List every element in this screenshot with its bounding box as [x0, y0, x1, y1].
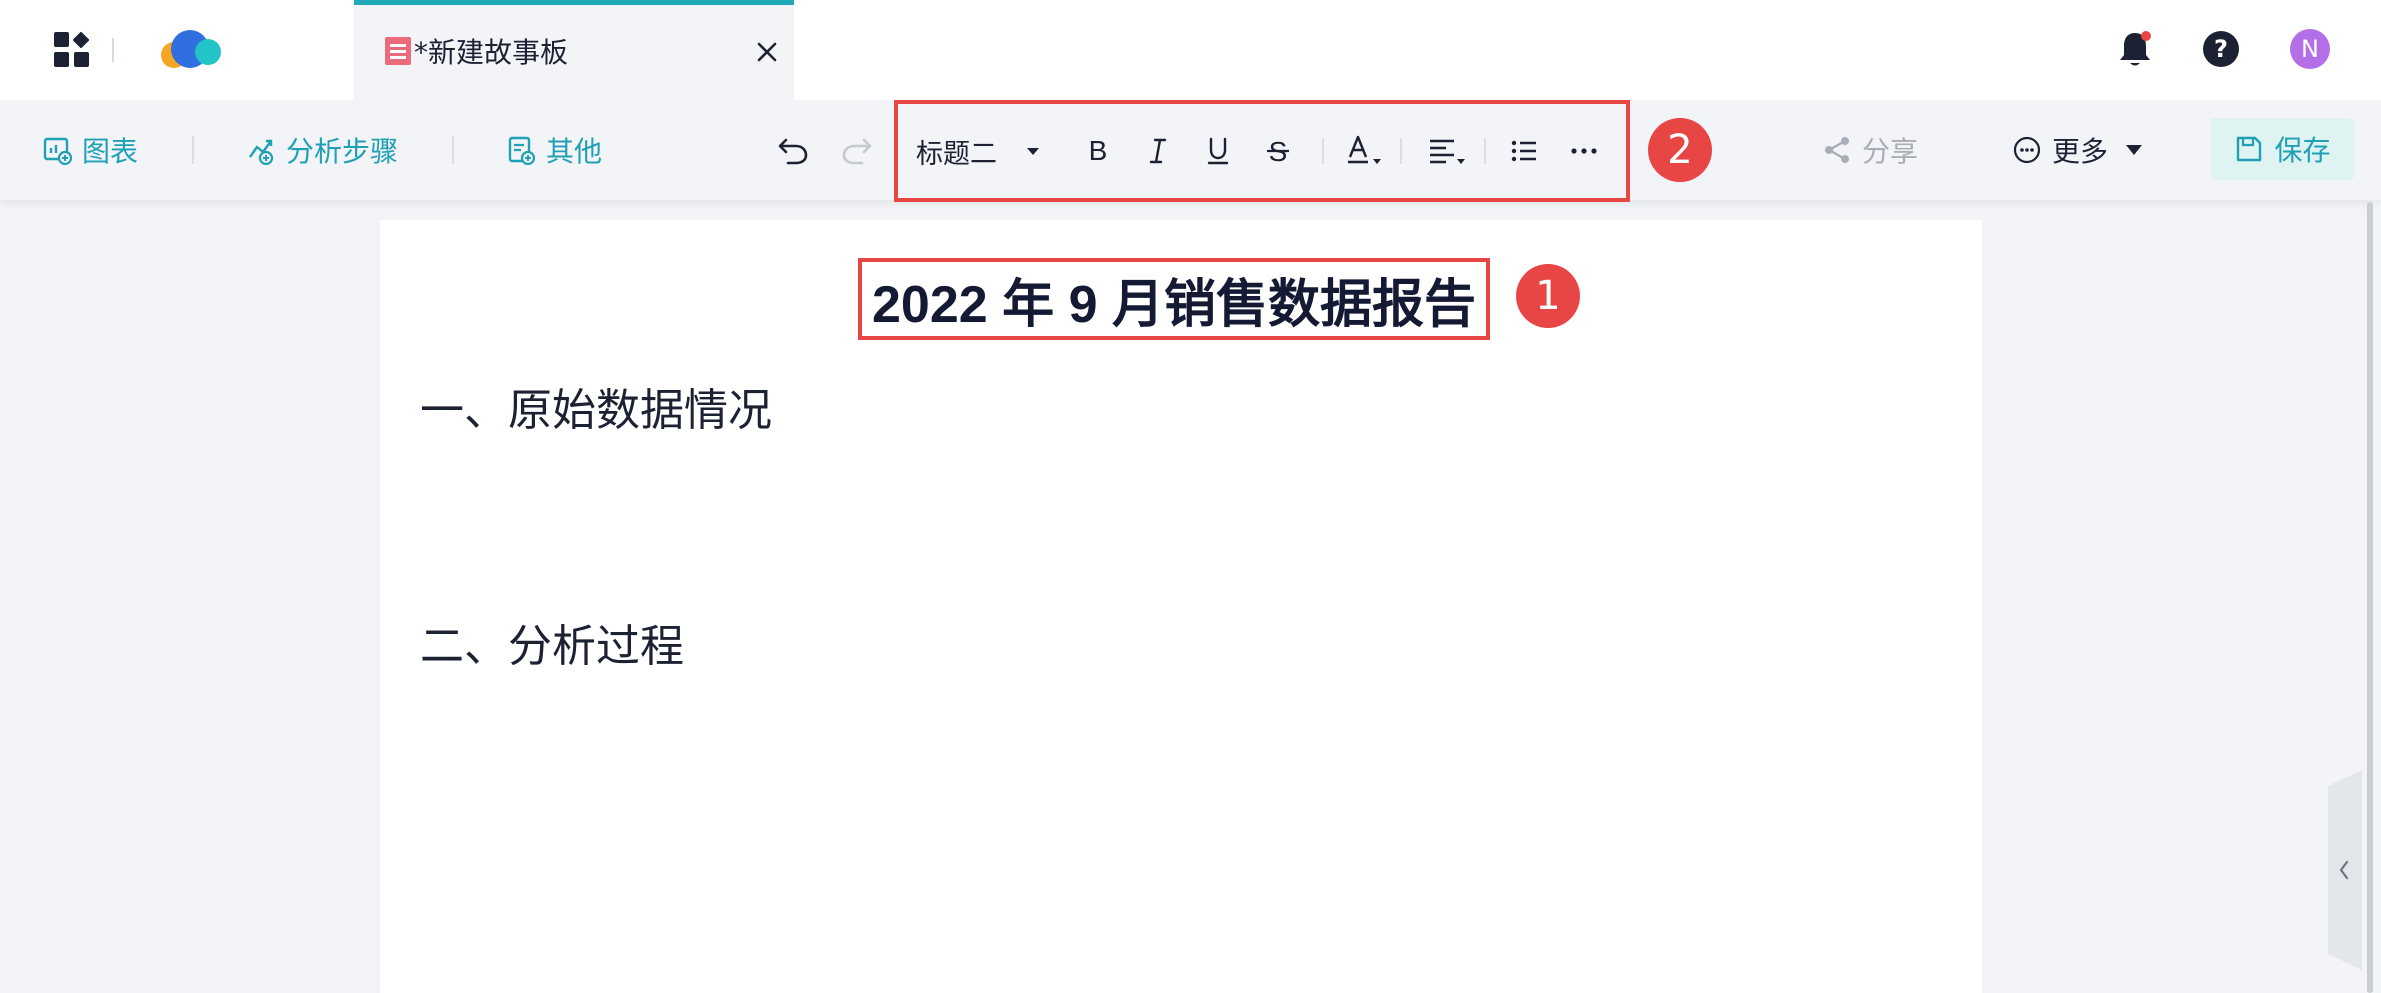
- save-icon: [2237, 136, 2262, 162]
- other-button[interactable]: 其他: [506, 130, 602, 170]
- document-canvas[interactable]: 2022 年 9 月销售数据报告 1 一、原始数据情况 二、分析过程: [380, 220, 1982, 993]
- undo-icon[interactable]: [776, 132, 812, 168]
- text-align-button[interactable]: [1426, 104, 1470, 198]
- document-title: 2022 年 9 月销售数据报告: [872, 275, 1476, 334]
- underline-button[interactable]: [1202, 104, 1234, 198]
- heading-style-value: 标题二: [916, 138, 997, 170]
- share-label: 分享: [1862, 135, 1919, 168]
- callout-badge-2: 2: [1648, 118, 1712, 182]
- underline-icon: [1207, 137, 1229, 165]
- divider: [1484, 138, 1486, 164]
- divider: [1400, 138, 1402, 164]
- heading-style-select[interactable]: 标题二: [916, 104, 1039, 198]
- close-icon[interactable]: [752, 37, 782, 67]
- scrollbar-thumb[interactable]: [2367, 202, 2373, 993]
- section-heading-raw-data[interactable]: 一、原始数据情况: [420, 374, 772, 438]
- font-color-button[interactable]: [1344, 104, 1388, 198]
- tab-title: *新建故事板: [414, 36, 569, 69]
- svg-text:B: B: [1089, 135, 1108, 166]
- strikethrough-button[interactable]: S: [1262, 104, 1294, 198]
- other-label: 其他: [546, 135, 603, 168]
- divider: [452, 136, 454, 164]
- align-left-icon: [1430, 139, 1465, 164]
- divider: [192, 136, 194, 164]
- redo-icon[interactable]: [838, 132, 874, 168]
- chart-label: 图表: [82, 135, 139, 168]
- user-avatar[interactable]: N: [2290, 29, 2330, 69]
- section-heading-analysis[interactable]: 二、分析过程: [420, 610, 684, 674]
- other-add-icon: [508, 136, 536, 165]
- bold-button[interactable]: B: [1082, 104, 1114, 198]
- analysis-steps-icon: [249, 139, 274, 165]
- more-menu-button[interactable]: 更多: [2012, 130, 2143, 170]
- font-color-icon: [1348, 135, 1381, 164]
- italic-button[interactable]: [1142, 104, 1174, 198]
- more-circle-icon: [2013, 136, 2041, 164]
- strikethrough-icon: S: [1267, 136, 1289, 167]
- bold-icon: B: [1089, 135, 1108, 166]
- apps-grid-icon[interactable]: [52, 30, 92, 70]
- save-button[interactable]: 保存: [2211, 118, 2354, 180]
- divider: [1322, 138, 1324, 164]
- chart-add-icon: [43, 137, 72, 165]
- ellipsis-icon: [1571, 148, 1597, 154]
- bullet-list-icon: [1511, 140, 1536, 162]
- side-panel-toggle[interactable]: [2328, 770, 2362, 970]
- svg-text:?: ?: [2214, 35, 2228, 63]
- analysis-steps-label: 分析步骤: [286, 135, 399, 168]
- more-format-button[interactable]: [1568, 104, 1600, 198]
- caret-down-icon: [1027, 147, 1039, 155]
- callout-badge-1: 1: [1516, 264, 1580, 328]
- share-icon: [1825, 137, 1849, 163]
- save-label: 保存: [2274, 134, 2331, 167]
- document-icon: [385, 37, 411, 65]
- vertical-scrollbar[interactable]: [2364, 202, 2376, 993]
- tab-story-board[interactable]: *新建故事板: [354, 0, 794, 100]
- analysis-steps-button[interactable]: 分析步骤: [246, 130, 398, 170]
- editor-toolbar: 图表 分析步骤 其他 标题二 B S 2 分享 更多 保存: [0, 100, 2381, 202]
- bullet-list-button[interactable]: [1508, 104, 1540, 198]
- caret-down-icon: [2126, 145, 2143, 155]
- notification-bell-icon[interactable]: [2116, 28, 2154, 70]
- insert-chart-button[interactable]: 图表: [42, 130, 138, 170]
- italic-icon: [1149, 138, 1167, 164]
- help-icon[interactable]: ?: [2202, 30, 2240, 68]
- more-label: 更多: [2052, 135, 2109, 168]
- brand-logo: [161, 30, 221, 68]
- divider: [112, 38, 114, 62]
- top-bar: *新建故事板 ? N: [0, 0, 2381, 100]
- text-format-group: 标题二 B S: [894, 100, 1630, 202]
- share-button[interactable]: 分享: [1822, 130, 1918, 170]
- document-title-highlight[interactable]: 2022 年 9 月销售数据报告: [858, 258, 1490, 340]
